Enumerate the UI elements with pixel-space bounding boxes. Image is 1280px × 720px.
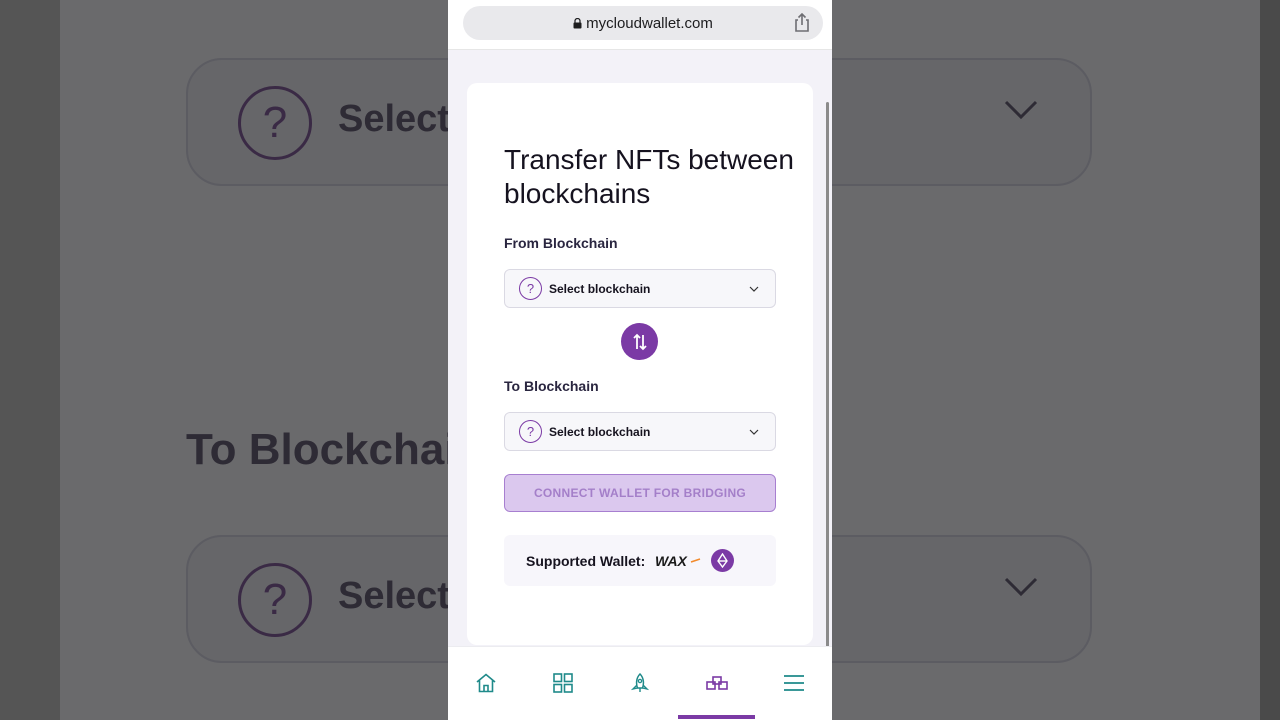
swap-button[interactable] — [621, 323, 658, 360]
supported-wallet-label: Supported Wallet: — [526, 552, 646, 569]
svg-text:WAX: WAX — [655, 553, 689, 569]
bg-question-icon: ? — [238, 86, 312, 160]
phone-screen: mycloudwallet.com Transfer NFTs between … — [448, 0, 832, 720]
nav-bridge[interactable] — [704, 671, 730, 695]
share-icon[interactable] — [793, 13, 811, 33]
wax-logo: WAX — [655, 553, 701, 569]
chevron-down-icon — [749, 286, 759, 292]
nav-explore[interactable] — [627, 671, 653, 695]
bg-chevron-down-icon — [1004, 577, 1038, 597]
grid-icon — [553, 673, 573, 693]
supported-wallet-box: Supported Wallet: WAX — [504, 535, 776, 586]
bg-edge-left — [0, 0, 60, 720]
bg-chevron-down-icon — [1004, 100, 1038, 120]
url-text: mycloudwallet.com — [586, 14, 713, 32]
scrollbar[interactable] — [826, 102, 829, 718]
lock-icon — [573, 17, 582, 28]
menu-icon — [784, 675, 804, 691]
swap-arrows-icon — [632, 333, 647, 350]
from-select-text: Select blockchain — [549, 281, 651, 296]
bg-to-label: To Blockchai — [186, 425, 457, 474]
bottom-nav — [448, 646, 832, 720]
connect-wallet-button[interactable]: CONNECT WALLET FOR BRIDGING — [504, 474, 776, 512]
chevron-down-icon — [749, 429, 759, 435]
home-icon — [476, 673, 496, 693]
rocket-icon — [631, 673, 649, 692]
browser-bar: mycloudwallet.com — [448, 0, 832, 50]
to-blockchain-select[interactable]: ? Select blockchain — [504, 412, 776, 451]
active-tab-indicator — [678, 715, 755, 719]
page-title: Transfer NFTs between blockchains — [504, 144, 794, 209]
bg-question-icon: ? — [238, 563, 312, 637]
from-blockchain-select[interactable]: ? Select blockchain — [504, 269, 776, 308]
bridge-icon — [706, 676, 728, 690]
bridge-card: Transfer NFTs between blockchains From B… — [467, 83, 813, 645]
question-icon: ? — [519, 277, 542, 300]
wax-token-icon — [711, 549, 735, 572]
bg-select-text: Select — [338, 575, 450, 617]
to-select-text: Select blockchain — [549, 424, 651, 439]
address-bar[interactable]: mycloudwallet.com — [463, 6, 823, 40]
question-icon: ? — [519, 420, 542, 443]
bg-edge-right — [1260, 0, 1280, 720]
nav-home[interactable] — [473, 671, 499, 695]
from-blockchain-label: From Blockchain — [504, 235, 618, 251]
bg-select-text: Select — [338, 98, 450, 140]
nav-menu[interactable] — [781, 671, 807, 695]
nav-dashboard[interactable] — [550, 671, 576, 695]
to-blockchain-label: To Blockchain — [504, 378, 599, 394]
